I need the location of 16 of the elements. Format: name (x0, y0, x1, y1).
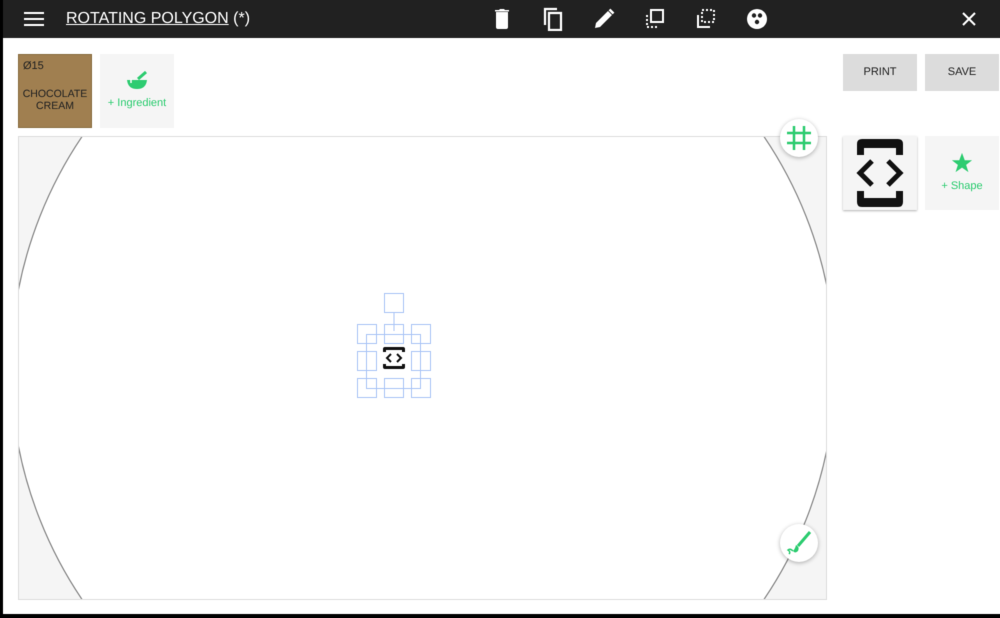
print-button[interactable]: PRINT (843, 54, 917, 91)
diameter-label: Ø15 (23, 59, 44, 74)
ingredient-tile[interactable]: Ø15 CHOCOLATE CREAM (18, 54, 92, 128)
menu-icon[interactable] (24, 12, 44, 26)
document-title: ROTATING POLYGON (*) (66, 9, 252, 29)
bowl-icon (125, 70, 149, 91)
brush-icon (786, 530, 812, 556)
shape-icon (856, 139, 904, 207)
star-icon (951, 152, 973, 174)
palette-icon[interactable] (744, 7, 768, 31)
grid-icon (786, 125, 812, 151)
shape-thumbnail[interactable] (843, 136, 917, 210)
ingredient-name: CHOCOLATE CREAM (22, 88, 88, 112)
save-button[interactable]: SAVE (925, 54, 999, 91)
close-icon[interactable] (962, 12, 976, 26)
selected-shape-drawing[interactable] (357, 293, 431, 399)
